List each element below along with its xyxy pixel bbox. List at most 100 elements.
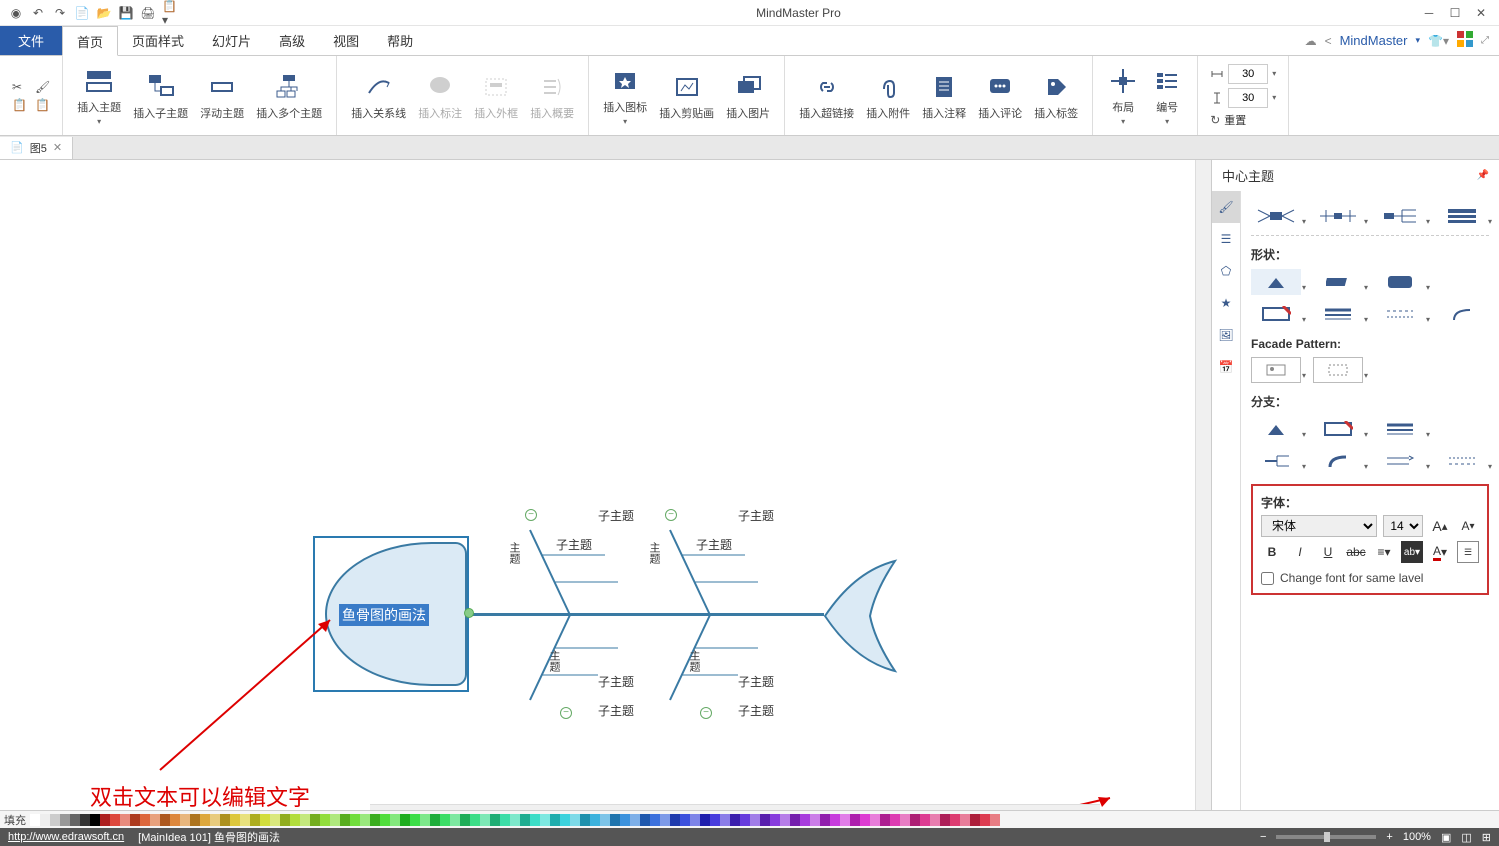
color-swatch[interactable] [730,814,740,826]
insert-hyperlink-button[interactable]: 插入超链接 [793,60,860,131]
color-swatch[interactable] [530,814,540,826]
vscrollbar[interactable] [1195,160,1211,810]
zoom-in-icon[interactable]: + [1386,831,1392,843]
width-v-row[interactable]: ▾ [1210,88,1276,108]
branch-weight[interactable]: ▾ [1375,416,1425,442]
color-swatch[interactable] [30,814,40,826]
insert-image-button[interactable]: 插入图片 [720,60,776,131]
facade-2[interactable]: ▾ [1313,357,1363,383]
color-swatch[interactable] [840,814,850,826]
insert-multi-button[interactable]: 插入多个主题 [250,60,328,131]
color-swatch[interactable] [230,814,240,826]
color-swatch[interactable] [620,814,630,826]
subtopic[interactable]: 子主题 [598,702,634,719]
color-swatch[interactable] [800,814,810,826]
color-swatch[interactable] [250,814,260,826]
color-swatch[interactable] [50,814,60,826]
color-swatch[interactable] [930,814,940,826]
collapse-ribbon-icon[interactable]: ⤢ [1481,35,1489,46]
color-swatch[interactable] [190,814,200,826]
color-swatch[interactable] [150,814,160,826]
color-swatch[interactable] [670,814,680,826]
view-mode-3-icon[interactable]: ⊞ [1482,831,1491,844]
line-solid[interactable]: ▾ [1313,301,1363,327]
floating-topic-button[interactable]: 浮动主题 [194,60,250,131]
insert-icon-button[interactable]: 插入图标▾ [597,60,653,131]
font-grow-icon[interactable]: A▴ [1429,515,1451,537]
color-swatch[interactable] [860,814,870,826]
shape-fill-2[interactable]: ▾ [1313,269,1363,295]
color-swatch[interactable] [920,814,930,826]
color-swatch[interactable] [220,814,230,826]
undo-icon[interactable]: ↶ [30,5,46,21]
clipart-tab-icon[interactable]: 🖼 [1212,319,1240,351]
tab-home[interactable]: 首页 [62,26,118,56]
mindmaster-link[interactable]: MindMaster [1340,33,1408,48]
insert-attach-button[interactable]: 插入附件 [860,60,916,131]
tab-page-style[interactable]: 页面样式 [118,26,198,55]
bold-icon[interactable]: B [1261,541,1283,563]
color-swatch[interactable] [520,814,530,826]
insert-subtopic-button[interactable]: 插入子主题 [127,60,194,131]
print-icon[interactable]: 🖨 [140,5,156,21]
color-swatch[interactable] [330,814,340,826]
bone-topic-3[interactable]: 主题 [546,650,562,672]
color-swatch[interactable] [470,814,480,826]
color-swatch[interactable] [130,814,140,826]
canvas[interactable]: 鱼骨图的画法 主题 主题 主题 主题 [0,160,1195,810]
font-family-select[interactable]: 宋体 [1261,515,1377,537]
insert-clipart-button[interactable]: 插入剪贴画 [653,60,720,131]
color-swatch[interactable] [450,814,460,826]
color-swatch[interactable] [790,814,800,826]
color-swatch[interactable] [90,814,100,826]
italic-icon[interactable]: I [1289,541,1311,563]
save-icon[interactable]: 💾 [118,5,134,21]
subtopic[interactable]: 子主题 [598,507,634,524]
color-swatch[interactable] [40,814,50,826]
insert-tag-button[interactable]: 插入标签 [1028,60,1084,131]
color-swatch[interactable] [570,814,580,826]
insert-note-button[interactable]: 插入注释 [916,60,972,131]
text-box-icon[interactable]: ☰ [1457,541,1479,563]
number-button[interactable]: 编号▾ [1145,60,1189,131]
color-swatch[interactable] [320,814,330,826]
icons-tab-icon[interactable]: ★ [1212,287,1240,319]
font-size-select[interactable]: 14 [1383,515,1423,537]
bone-topic-4[interactable]: 主题 [686,650,702,672]
color-swatch[interactable] [760,814,770,826]
new-icon[interactable]: 📄 [74,5,90,21]
color-swatch[interactable] [940,814,950,826]
insert-relation-button[interactable]: 插入关系线 [345,60,412,131]
tab-view[interactable]: 视图 [319,26,373,55]
zoom-slider[interactable] [1276,835,1376,839]
hscrollbar[interactable]: ▸ [370,804,1100,810]
color-swatch[interactable] [510,814,520,826]
font-shrink-icon[interactable]: A▾ [1457,515,1479,537]
subtopic[interactable]: 子主题 [696,536,732,553]
strike-icon[interactable]: abc [1345,541,1367,563]
color-swatch[interactable] [700,814,710,826]
color-swatch[interactable] [540,814,550,826]
color-swatch[interactable] [100,814,110,826]
color-swatch[interactable] [660,814,670,826]
color-swatch[interactable] [820,814,830,826]
color-swatch[interactable] [750,814,760,826]
status-url[interactable]: http://www.edrawsoft.cn [8,831,124,843]
shape-fill-1[interactable]: ▾ [1251,269,1301,295]
branch-color[interactable]: ▾ [1251,416,1301,442]
shapes-tab-icon[interactable]: ⬠ [1212,255,1240,287]
color-swatch[interactable] [360,814,370,826]
color-swatch[interactable] [550,814,560,826]
color-swatch[interactable] [580,814,590,826]
color-swatch[interactable] [720,814,730,826]
corner-style[interactable] [1437,301,1487,327]
collapse-icon[interactable]: − [525,509,537,521]
border-style[interactable]: ▾ [1251,301,1301,327]
highlight-icon[interactable]: ab▾ [1401,541,1423,563]
font-color-icon[interactable]: A▾ [1429,541,1451,563]
color-swatch[interactable] [980,814,990,826]
color-swatch[interactable] [490,814,500,826]
width-h-input[interactable] [1228,64,1268,84]
width-v-input[interactable] [1228,88,1268,108]
color-swatch[interactable] [770,814,780,826]
